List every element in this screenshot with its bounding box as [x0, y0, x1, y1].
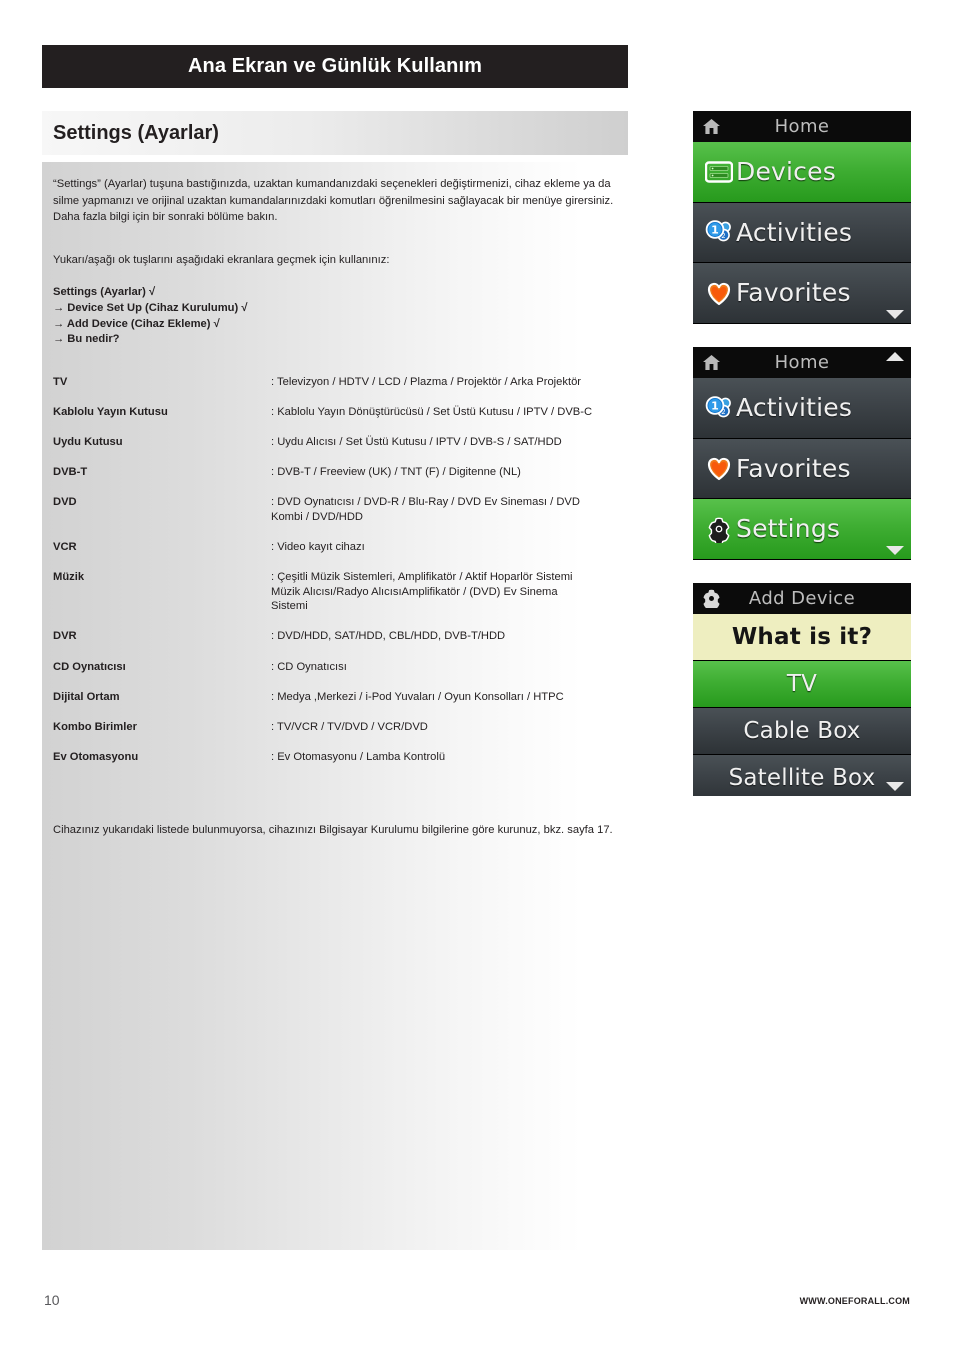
menu-item-satellite-box[interactable]: Satellite Box — [693, 755, 911, 796]
devices-icon — [702, 160, 736, 184]
device-name: Uydu Kutusu — [53, 436, 123, 449]
home-icon — [701, 117, 721, 137]
table-row: Kombo Birimler : TV/VCR / TV/DVD / VCR/D… — [53, 720, 619, 735]
section-title: Settings (Ayarlar) — [53, 121, 219, 144]
device-description: : Kablolu Yayın Dönüştürücüsü / Set Üstü… — [271, 406, 593, 419]
menu-item-label: TV — [786, 671, 818, 697]
table-row: DVB-T : DVB-T / Freeview (UK) / TNT (F) … — [53, 465, 619, 480]
device-description: : Medya ,Merkezi / i-Pod Yuvaları / Oyun… — [271, 690, 564, 703]
menu-item-favorites[interactable]: Favorites — [693, 438, 911, 499]
chapter-title: Ana Ekran ve Günlük Kullanım — [188, 55, 482, 77]
table-row: Ev Otomasyonu : Ev Otomasyonu / Lamba Ko… — [53, 750, 619, 765]
device-type-table: TV : Televizyon / HDTV / LCD / Plazma / … — [53, 375, 619, 780]
device-description: : DVD/HDD, SAT/HDD, CBL/HDD, DVB-T/HDD — [271, 630, 506, 643]
menu-item-label: Satellite Box — [728, 765, 876, 791]
intro-paragraph: “Settings” (Ayarlar) tuşuna bastığınızda… — [53, 178, 614, 223]
heart-icon — [702, 455, 736, 481]
table-row: DVD : DVD Oynatıcısı / DVD-R / Blu-Ray /… — [53, 495, 619, 524]
nav-path-line: → Device Set Up (Cihaz Kurulumu) √ — [53, 301, 248, 314]
menu-item-what-is-it[interactable]: What is it? — [693, 614, 911, 661]
scroll-down-arrow[interactable] — [886, 782, 904, 791]
menu-item-activities[interactable]: 2 1 Activities — [693, 202, 911, 263]
device-name: CD Oynatıcısı — [53, 660, 126, 673]
menu-item-label: Favorites — [736, 453, 851, 483]
menu-item-label: What is it? — [731, 624, 873, 650]
table-row: Dijital Ortam : Medya ,Merkezi / i-Pod Y… — [53, 690, 619, 705]
svg-text:1: 1 — [711, 399, 719, 412]
nav-path-line: → Bu nedir? — [53, 333, 120, 346]
device-description: : Ev Otomasyonu / Lamba Kontrolü — [271, 750, 446, 763]
device-name: Dijital Ortam — [53, 690, 120, 703]
menu-item-label: Activities — [736, 217, 853, 247]
table-row: Kablolu Yayın Kutusu : Kablolu Yayın Dön… — [53, 405, 619, 420]
screen-title: Home — [774, 116, 830, 137]
menu-item-settings[interactable]: Settings — [693, 499, 911, 560]
navigation-path: Settings (Ayarlar) √ → Device Set Up (Ci… — [53, 285, 619, 348]
section-header: Settings (Ayarlar) — [42, 111, 628, 155]
device-name: Müzik — [53, 571, 85, 584]
svg-text:1: 1 — [711, 224, 719, 237]
device-description: : TV/VCR / TV/DVD / VCR/DVD — [271, 720, 428, 733]
screen-header: Home — [693, 347, 911, 378]
screen-title: Add Device — [748, 588, 856, 609]
menu-item-label: Settings — [736, 514, 841, 544]
device-description: : Uydu Alıcısı / Set Üstü Kutusu / IPTV … — [271, 436, 562, 449]
device-description: : CD Oynatıcısı — [271, 660, 347, 673]
scroll-down-arrow[interactable] — [886, 310, 904, 319]
table-row: TV : Televizyon / HDTV / LCD / Plazma / … — [53, 375, 619, 390]
arrows-instruction: Yukarı/aşağı ok tuşlarını aşağıdaki ekra… — [53, 254, 390, 266]
home-icon — [701, 353, 721, 373]
table-row: Müzik : Çeşitli Müzik Sistemleri, Amplif… — [53, 570, 619, 614]
device-name: DVD — [53, 496, 77, 509]
device-description: : Televizyon / HDTV / LCD / Plazma / Pro… — [271, 376, 582, 388]
activities-icon: 2 1 — [702, 395, 736, 421]
menu-item-devices[interactable]: Devices — [693, 142, 911, 203]
remote-screen-home-devices: Home Devices 2 1 Activities Favorites — [693, 111, 911, 324]
table-row: DVR : DVD/HDD, SAT/HDD, CBL/HDD, DVB-T/H… — [53, 629, 619, 644]
screen-header: Add Device — [693, 583, 911, 614]
menu-item-favorites[interactable]: Favorites — [693, 263, 911, 324]
device-name: Ev Otomasyonu — [53, 750, 139, 763]
scroll-down-arrow[interactable] — [886, 546, 904, 555]
remote-screen-home-settings: Home 2 1 Activities Favorites Settings — [693, 347, 911, 560]
chapter-title-bar: Ana Ekran ve Günlük Kullanım — [42, 45, 628, 88]
gear-icon — [701, 589, 721, 609]
device-name: DVR — [53, 630, 77, 643]
nav-path-line: Settings (Ayarlar) √ — [53, 286, 156, 298]
table-row: CD Oynatıcısı : CD Oynatıcısı — [53, 660, 619, 675]
website-url: WWW.ONEFORALL.COM — [799, 1296, 910, 1306]
menu-item-tv[interactable]: TV — [693, 661, 911, 708]
table-row: VCR : Video kayıt cihazı — [53, 540, 619, 555]
menu-item-label: Devices — [736, 157, 836, 187]
device-description: : DVD Oynatıcısı / DVD-R / Blu-Ray / DVD… — [271, 496, 580, 523]
gear-icon — [702, 515, 736, 543]
device-name: Kablolu Yayın Kutusu — [53, 406, 168, 419]
device-name: VCR — [53, 541, 77, 554]
page-number: 10 — [44, 1292, 60, 1308]
activities-icon: 2 1 — [702, 219, 736, 245]
remote-screen-add-device: Add Device What is it? TV Cable Box Sate… — [693, 583, 911, 796]
menu-item-activities[interactable]: 2 1 Activities — [693, 378, 911, 439]
device-name: Kombo Birimler — [53, 720, 137, 733]
screen-title: Home — [774, 352, 830, 373]
heart-icon — [702, 280, 736, 306]
device-name: TV — [53, 376, 68, 388]
menu-item-label: Activities — [736, 393, 853, 423]
nav-path-line: → Add Device (Cihaz Ekleme) √ — [53, 317, 220, 330]
device-description: : Çeşitli Müzik Sistemleri, Amplifikatör… — [271, 571, 573, 613]
menu-item-cable-box[interactable]: Cable Box — [693, 708, 911, 755]
device-description: : Video kayıt cihazı — [271, 541, 365, 554]
footnote-text: Cihazınız yukarıdaki listede bulunmuyors… — [53, 824, 613, 836]
screen-header: Home — [693, 111, 911, 142]
table-row: Uydu Kutusu : Uydu Alıcısı / Set Üstü Ku… — [53, 435, 619, 450]
menu-item-label: Cable Box — [743, 718, 861, 744]
device-name: DVB-T — [53, 466, 88, 479]
device-description: : DVB-T / Freeview (UK) / TNT (F) / Digi… — [271, 466, 521, 479]
scroll-up-arrow[interactable] — [886, 352, 904, 361]
menu-item-label: Favorites — [736, 278, 851, 308]
